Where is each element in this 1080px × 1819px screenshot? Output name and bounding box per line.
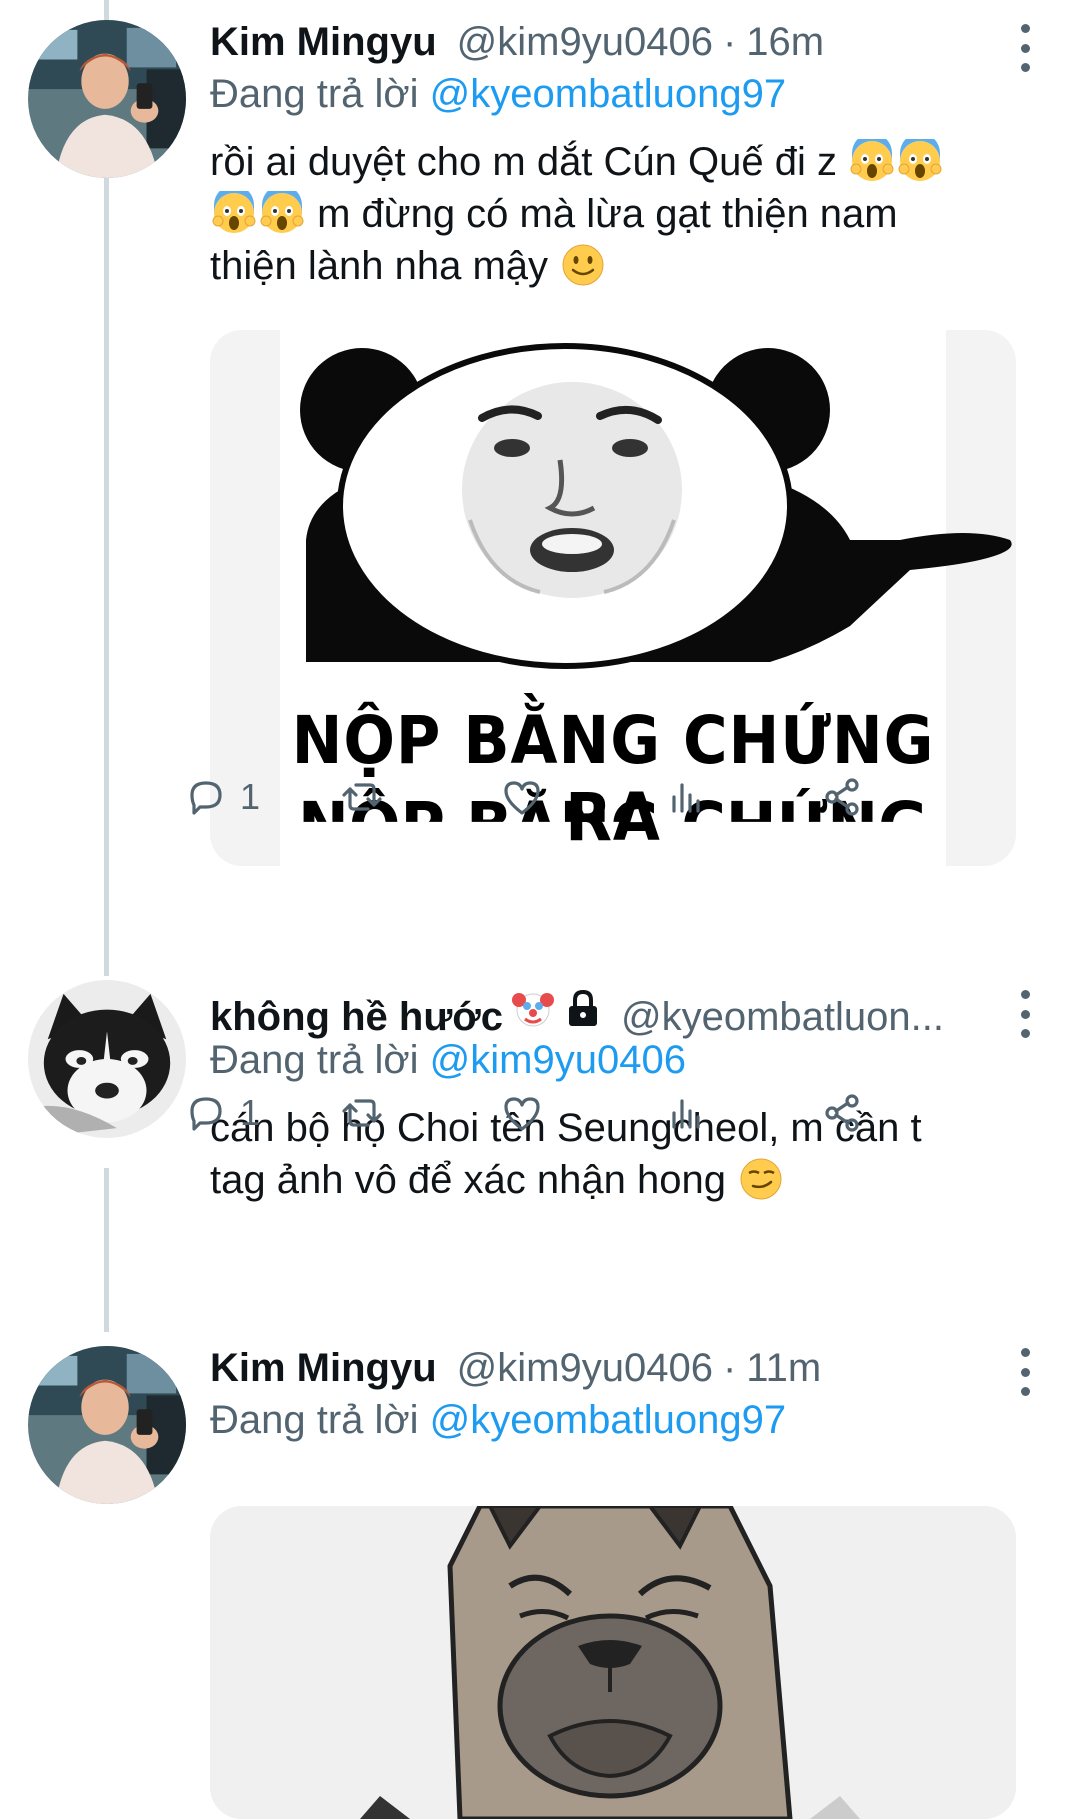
replying-to: Đang trả lời @kim9yu0406 — [210, 1038, 1040, 1092]
reply-count: 1 — [240, 1092, 261, 1133]
tweet[interactable]: Kim Mingyu @kim9yu0406 · 16m Đang trả lờ… — [0, 0, 1080, 960]
tweet-media-image[interactable] — [210, 1506, 1016, 1819]
tweet-text-line: thiện lành nha mậy — [210, 244, 549, 288]
retweet-button[interactable] — [340, 1088, 384, 1138]
scream-emoji — [212, 191, 256, 233]
reply-button[interactable]: 1 — [184, 772, 260, 822]
reply-button[interactable]: 1 — [184, 1088, 260, 1138]
like-button[interactable] — [500, 772, 544, 822]
separator-dot: · — [722, 1346, 737, 1390]
author-name[interactable]: Kim Mingyu — [210, 1346, 437, 1391]
avatar-image — [28, 1346, 186, 1504]
analytics-icon — [672, 783, 700, 813]
share-icon — [825, 1094, 859, 1132]
author-handle[interactable]: @kim9yu0406 — [457, 20, 713, 65]
retweet-icon — [342, 1099, 382, 1127]
tweet-text: rồi ai duyệt cho m dắt Cún Quế đi z m đừ… — [210, 136, 1040, 292]
more-options-icon[interactable] — [1010, 1348, 1040, 1396]
reply-icon — [190, 1097, 222, 1131]
share-button[interactable] — [820, 1088, 864, 1138]
replying-to-label: Đang trả lời — [210, 72, 419, 116]
replying-to: Đang trả lời @kyeombatluong97 — [210, 1398, 1040, 1452]
more-options-icon[interactable] — [1010, 990, 1040, 1038]
slight-smile-emoji — [562, 244, 604, 286]
like-icon — [504, 781, 540, 815]
tweet-actions: 1 — [190, 1088, 1010, 1138]
scream-emoji — [260, 191, 304, 233]
replying-to-label: Đang trả lời — [210, 1398, 419, 1442]
analytics-button[interactable] — [664, 772, 708, 822]
tweet[interactable]: Kim Mingyu @kim9yu0406 · 11m Đang trả lờ… — [0, 1346, 1080, 1819]
husky-avatar-image — [28, 980, 186, 1138]
tweet-text-line: rồi ai duyệt cho m dắt Cún Quế đi z — [210, 140, 837, 184]
replying-to-label: Đang trả lời — [210, 1038, 419, 1082]
author-name[interactable]: Kim Mingyu — [210, 20, 437, 65]
smirk-emoji — [740, 1158, 782, 1200]
replying-to: Đang trả lời @kyeombatluong97 — [210, 72, 1040, 126]
clown-emoji — [511, 993, 554, 1027]
reply-mention-link[interactable]: @kyeombatluong97 — [430, 1398, 786, 1442]
like-button[interactable] — [500, 1088, 544, 1138]
retweet-icon — [342, 783, 382, 811]
like-icon — [504, 1097, 540, 1131]
share-icon — [825, 778, 859, 816]
avatar[interactable] — [28, 20, 186, 178]
author-handle[interactable]: @kyeombatluon... — [621, 995, 944, 1040]
share-button[interactable] — [820, 772, 864, 822]
more-options-icon[interactable] — [1010, 24, 1040, 72]
analytics-button[interactable] — [664, 1088, 708, 1138]
avatar[interactable] — [28, 980, 186, 1138]
tweet-time[interactable]: 16m — [746, 20, 824, 65]
scream-emoji — [850, 139, 894, 181]
reply-mention-link[interactable]: @kim9yu0406 — [430, 1038, 686, 1082]
avatar[interactable] — [28, 1346, 186, 1504]
scream-emoji — [898, 139, 942, 181]
author-name[interactable]: không hề hước — [210, 995, 503, 1040]
reply-mention-link[interactable]: @kyeombatluong97 — [430, 72, 786, 116]
retweet-button[interactable] — [340, 772, 384, 822]
separator-dot: · — [722, 20, 737, 64]
tweet-text-line: tag ảnh vô để xác nhận hong — [210, 1158, 726, 1202]
tweet[interactable]: không hề hước @kyeombatluon... Đang trả … — [0, 980, 1080, 1202]
thread-line — [104, 1168, 109, 1332]
author-handle[interactable]: @kim9yu0406 — [457, 1346, 713, 1391]
reply-count: 1 — [240, 776, 261, 817]
tweet-text-line: m đừng có mà lừa gạt thiện nam — [306, 192, 898, 236]
analytics-icon — [672, 1099, 700, 1129]
reply-icon — [190, 781, 222, 815]
avatar-image — [28, 20, 186, 178]
tweet-actions: 1 — [190, 772, 1010, 822]
tweet-time[interactable]: 11m — [746, 1346, 821, 1391]
lock-icon — [568, 989, 597, 1026]
dog-meme-illustration — [210, 1506, 1016, 1819]
